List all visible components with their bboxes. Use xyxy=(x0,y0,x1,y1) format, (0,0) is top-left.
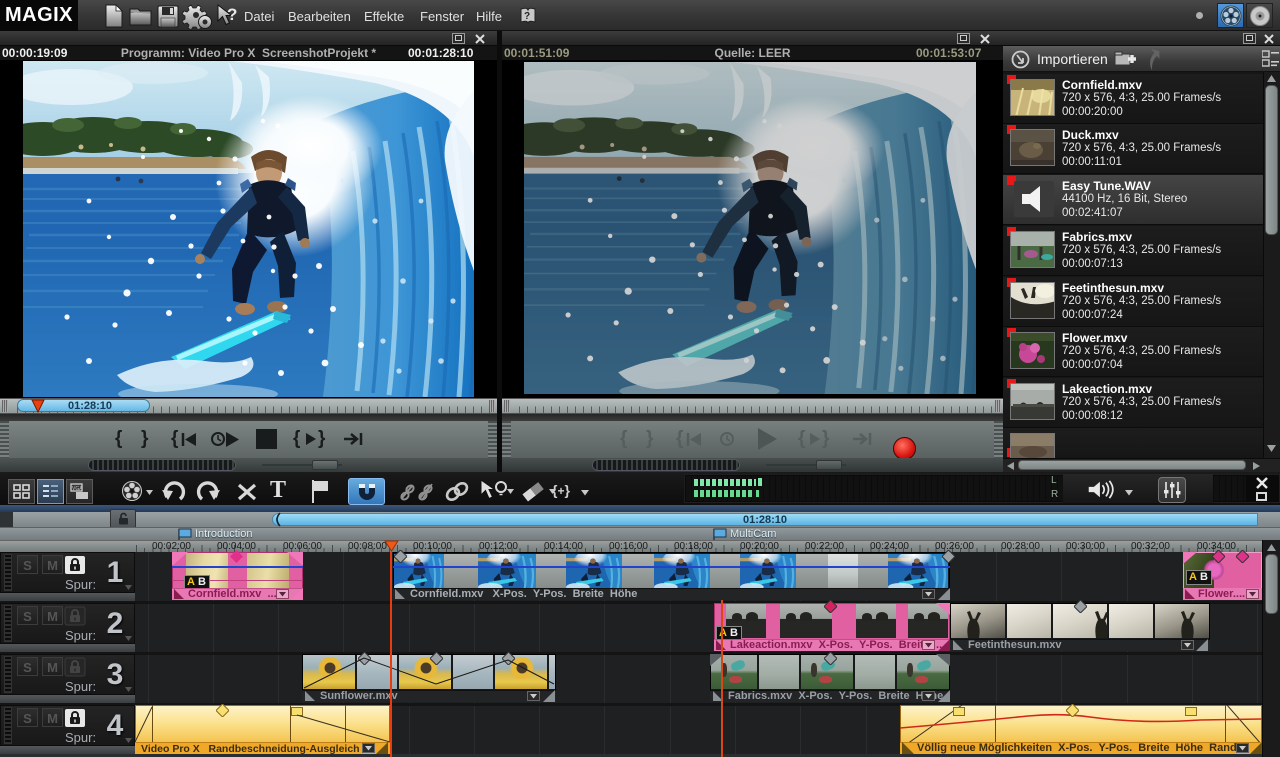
svg-text:?: ? xyxy=(524,11,530,22)
svg-text:VGA: VGA xyxy=(72,486,83,492)
